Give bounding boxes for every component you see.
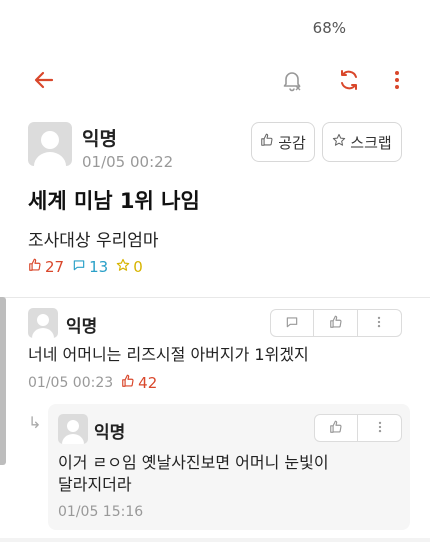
bell-off-icon[interactable]	[278, 66, 306, 94]
thumbs-up-icon	[28, 258, 42, 276]
thumbs-up-icon	[329, 419, 343, 438]
reply-time: 01/05 15:16	[58, 504, 144, 520]
more-vertical-icon[interactable]	[383, 66, 411, 94]
comment-meta: 01/05 00:23 42	[28, 374, 157, 392]
reply-item: 익명 이거 ㄹㅇ임 옛날사진보면 어머니 눈빛이 달라지더라 01/05 15:…	[48, 404, 410, 530]
battery-level: 68%	[312, 19, 346, 37]
more-vertical-icon	[372, 314, 386, 333]
star-icon	[116, 258, 130, 276]
more-vertical-icon	[373, 419, 387, 438]
post-author: 익명	[82, 128, 117, 150]
thumbs-up-icon	[121, 374, 135, 392]
post-counts: 27 13 0	[28, 258, 151, 276]
avatar	[58, 414, 88, 444]
divider	[0, 297, 430, 298]
post-body: 조사대상 우리엄마	[28, 231, 159, 251]
reply-button[interactable]	[271, 310, 315, 336]
comment-time: 01/05 00:23	[28, 375, 114, 391]
reply-arrow-icon: ↳	[28, 413, 42, 432]
comment-author: 익명	[66, 317, 98, 337]
comment-count-value: 13	[89, 258, 109, 276]
post-title: 세계 미남 1위 나임	[28, 189, 200, 213]
reply-meta: 01/05 15:16	[58, 504, 143, 520]
comment-like-value: 42	[138, 374, 158, 392]
thumbs-up-icon	[260, 133, 274, 151]
like-button[interactable]: 공감	[251, 122, 315, 162]
star-icon	[332, 133, 346, 151]
like-count-value: 27	[45, 258, 65, 276]
refresh-icon[interactable]	[335, 66, 363, 94]
scrap-count-value: 0	[133, 258, 143, 276]
comment-text: 너네 어머니는 리즈시절 아버지가 1위겠지	[28, 345, 309, 364]
comment-count: 13	[72, 258, 108, 276]
reply-actions	[314, 414, 402, 442]
reply-like-button[interactable]	[315, 415, 359, 441]
like-count: 27	[28, 258, 64, 276]
post-header: 익명 01/05 00:22 공감 스크랩	[28, 120, 408, 176]
avatar	[28, 308, 58, 338]
post-time: 01/05 00:22	[82, 153, 174, 171]
scrap-button-label: 스크랩	[350, 133, 392, 152]
comment-actions	[270, 309, 402, 337]
bottom-divider	[0, 538, 430, 542]
reply-text-line-2: 달라지더라	[58, 475, 132, 494]
comment-item: 익명 너네 어머니는 리즈시절 아버지가 1위겠지 01/05 00:23 42	[28, 308, 402, 404]
toolbar	[0, 58, 430, 102]
comment-icon	[285, 314, 299, 333]
reply-text-line-1: 이거 ㄹㅇ임 옛날사진보면 어머니 눈빛이	[58, 453, 329, 472]
like-button-label: 공감	[278, 133, 306, 152]
scrap-count: 0	[116, 258, 143, 276]
avatar	[28, 122, 72, 166]
arrow-left-icon[interactable]	[30, 66, 58, 94]
reply-more-button[interactable]	[358, 415, 401, 441]
comment-like-count: 42	[121, 374, 157, 392]
status-bar: 68%	[0, 0, 430, 50]
comment-like-button[interactable]	[314, 310, 358, 336]
comment-more-button[interactable]	[358, 310, 401, 336]
comment-icon	[72, 258, 86, 276]
thumbs-up-icon	[329, 314, 343, 333]
scrollbar[interactable]	[0, 297, 6, 465]
reply-author: 익명	[94, 423, 126, 443]
scrap-button[interactable]: 스크랩	[322, 122, 402, 162]
